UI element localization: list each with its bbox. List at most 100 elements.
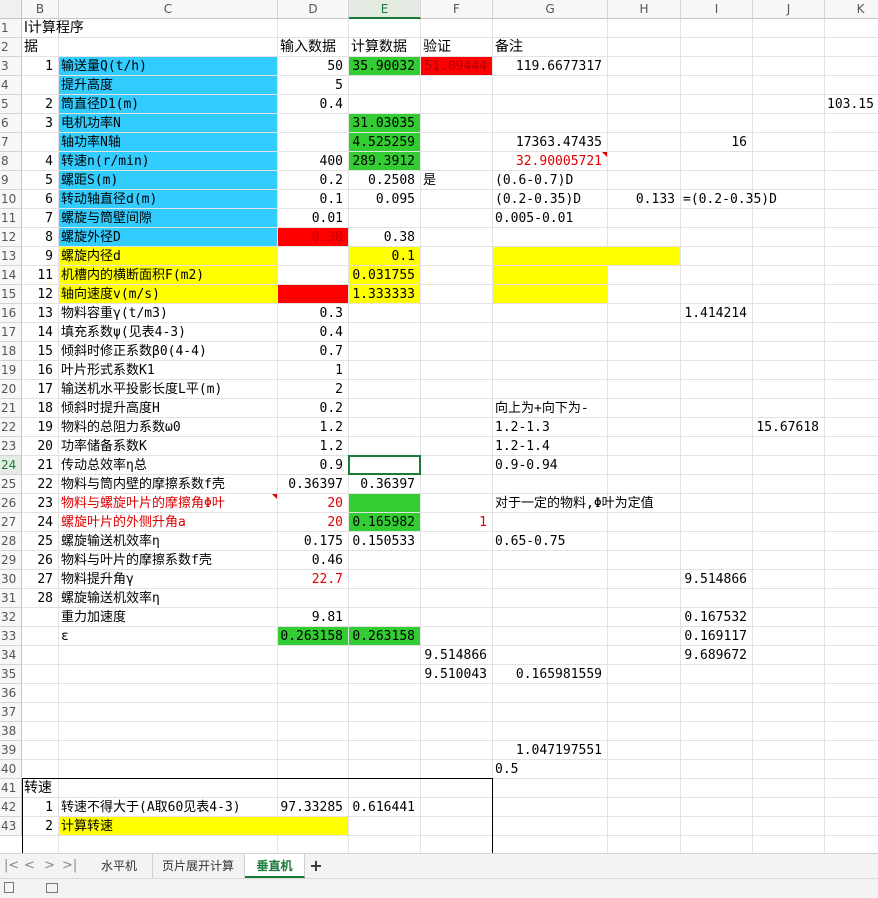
cell-C11[interactable]: 螺旋与筒壁间隙 (59, 209, 277, 228)
next-sheet-icon[interactable]: > (44, 858, 55, 873)
cell-D27[interactable]: 20 (278, 513, 346, 532)
row-header-22[interactable]: 22 (0, 418, 22, 437)
row-header-42[interactable]: 42 (0, 798, 22, 817)
cell-C15[interactable]: 轴向速度v(m/s) (59, 285, 277, 304)
cell-B15[interactable]: 12 (22, 285, 56, 304)
cell-B5[interactable]: 2 (22, 95, 56, 114)
macro-record-icon[interactable] (4, 882, 14, 893)
cell-B11[interactable]: 7 (22, 209, 56, 228)
cell-C21[interactable]: 倾斜时提升高度H (59, 399, 277, 418)
cell-H10[interactable]: 0.133 (608, 190, 678, 209)
cell-D29[interactable]: 0.46 (278, 551, 346, 570)
cell-B23[interactable]: 20 (22, 437, 56, 456)
cell-D12[interactable]: 0.38 (278, 228, 346, 247)
row-header-33[interactable]: 33 (0, 627, 22, 646)
cell-C5[interactable]: 筒直径D1(m) (59, 95, 277, 114)
cell-I10[interactable]: =(0.2-0.35)D (681, 190, 777, 209)
cell-D10[interactable]: 0.1 (278, 190, 346, 209)
cell-D19[interactable]: 1 (278, 361, 346, 380)
row-header-6[interactable]: 6 (0, 114, 22, 133)
cell-G3[interactable]: 119.6677317 (493, 57, 605, 76)
cell-E3[interactable]: 35.90032 (349, 57, 418, 76)
cell-G2[interactable]: 备注 (493, 38, 607, 57)
cell-I7[interactable]: 16 (681, 133, 750, 152)
cell-E28[interactable]: 0.150533 (349, 532, 418, 551)
cell-E25[interactable]: 0.36397 (349, 475, 418, 494)
cell-C30[interactable]: 物料提升角γ (59, 570, 277, 589)
cell-E2[interactable]: 计算数据 (349, 38, 420, 57)
row-header-41[interactable]: 41 (0, 779, 22, 798)
cell-B43[interactable]: 2 (22, 817, 56, 836)
cell-C20[interactable]: 输送机水平投影长度L平(m) (59, 380, 277, 399)
add-sheet-button[interactable]: + (305, 854, 327, 878)
row-header-31[interactable]: 31 (0, 589, 22, 608)
cell-B6[interactable]: 3 (22, 114, 56, 133)
cell-C43[interactable]: 计算转速 (59, 817, 277, 836)
row-header-29[interactable]: 29 (0, 551, 22, 570)
cell-B41[interactable]: 转速 (22, 779, 58, 798)
row-header-30[interactable]: 30 (0, 570, 22, 589)
cell-E10[interactable]: 0.095 (349, 190, 418, 209)
cell-B27[interactable]: 24 (22, 513, 56, 532)
cell-B30[interactable]: 27 (22, 570, 56, 589)
cell-C33[interactable]: ε (59, 627, 277, 646)
cell-G35[interactable]: 0.165981559 (493, 665, 605, 684)
cell-C27[interactable]: 螺旋叶片的外侧升角a (59, 513, 277, 532)
cell-G7[interactable]: 17363.47435 (493, 133, 605, 152)
cell-C25[interactable]: 物料与筒内壁的摩擦系数f壳 (59, 475, 277, 494)
row-header-17[interactable]: 17 (0, 323, 22, 342)
row-header-4[interactable]: 4 (0, 76, 22, 95)
cell-C9[interactable]: 螺距S(m) (59, 171, 277, 190)
cell-B16[interactable]: 13 (22, 304, 56, 323)
row-header-14[interactable]: 14 (0, 266, 22, 285)
row-header-28[interactable]: 28 (0, 532, 22, 551)
cell-B9[interactable]: 5 (22, 171, 56, 190)
cell-C29[interactable]: 物料与叶片的摩擦系数f壳 (59, 551, 277, 570)
cell-B21[interactable]: 18 (22, 399, 56, 418)
cell-I32[interactable]: 0.167532 (681, 608, 750, 627)
sheet-tab-horizontal[interactable]: 水平机 (86, 854, 153, 878)
cell-D17[interactable]: 0.4 (278, 323, 346, 342)
cell-D21[interactable]: 0.2 (278, 399, 346, 418)
select-all-corner[interactable] (0, 0, 22, 19)
row-header-11[interactable]: 11 (0, 209, 22, 228)
cell-D26[interactable]: 20 (278, 494, 346, 513)
row-header-25[interactable]: 25 (0, 475, 22, 494)
row-header-18[interactable]: 18 (0, 342, 22, 361)
cell-D24[interactable]: 0.9 (278, 456, 346, 475)
cell-C17[interactable]: 填充系数ψ(见表4-3) (59, 323, 277, 342)
row-header-38[interactable]: 38 (0, 722, 22, 741)
cell-G11[interactable]: 0.005-0.01 (493, 209, 607, 228)
cell-J22[interactable]: 15.67618 (753, 418, 822, 437)
row-header-39[interactable]: 39 (0, 741, 22, 760)
row-header-5[interactable]: 5 (0, 95, 22, 114)
cell-C8[interactable]: 转速n(r/min) (59, 152, 277, 171)
cell-C13[interactable]: 螺旋内径d (59, 247, 277, 266)
cell-B12[interactable]: 8 (22, 228, 56, 247)
sheet-view-icon[interactable] (46, 883, 58, 893)
cell-C10[interactable]: 转动轴直径d(m) (59, 190, 277, 209)
cell-C16[interactable]: 物料容重γ(t/m3) (59, 304, 277, 323)
cell-G23[interactable]: 1.2-1.4 (493, 437, 607, 456)
cell-D20[interactable]: 2 (278, 380, 346, 399)
row-header-43[interactable]: 43 (0, 817, 22, 836)
cell-G28[interactable]: 0.65-0.75 (493, 532, 607, 551)
cell-D18[interactable]: 0.7 (278, 342, 346, 361)
cell-D11[interactable]: 0.01 (278, 209, 346, 228)
row-header-23[interactable]: 23 (0, 437, 22, 456)
prev-sheet-icon[interactable]: < (24, 858, 35, 873)
first-sheet-icon[interactable]: |< (4, 858, 19, 873)
row-header-15[interactable]: 15 (0, 285, 22, 304)
cell-B19[interactable]: 16 (22, 361, 56, 380)
cell-B25[interactable]: 22 (22, 475, 56, 494)
cell-C31[interactable]: 螺旋输送机效率η (59, 589, 277, 608)
cell-D30[interactable]: 22.7 (278, 570, 346, 589)
cell-B29[interactable]: 26 (22, 551, 56, 570)
row-header-10[interactable]: 10 (0, 190, 22, 209)
row-header-32[interactable]: 32 (0, 608, 22, 627)
row-header-16[interactable]: 16 (0, 304, 22, 323)
cell-E42[interactable]: 0.616441 (349, 798, 418, 817)
row-header-34[interactable]: 34 (0, 646, 22, 665)
cell-E33[interactable]: 0.263158 (349, 627, 418, 646)
cell-I34[interactable]: 9.689672 (681, 646, 750, 665)
